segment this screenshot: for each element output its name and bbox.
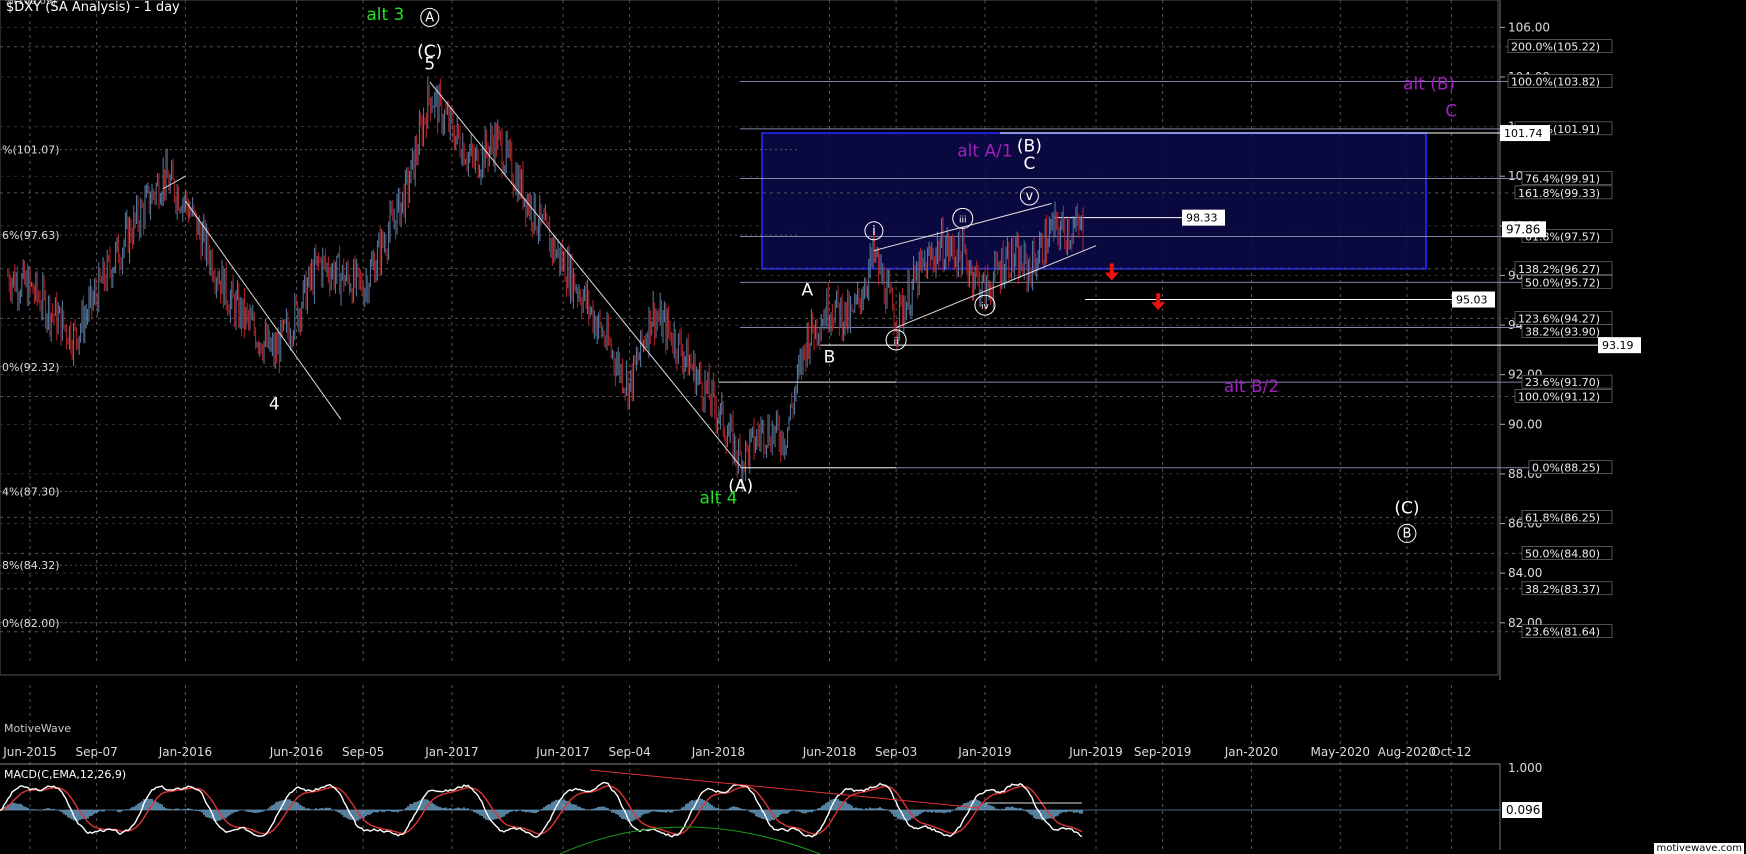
right-fib-label: 23.6%(91.70)	[1525, 376, 1600, 389]
right-fib-label: 138.2%(96.27)	[1518, 263, 1600, 276]
y-tick-label: 106.00	[1508, 20, 1550, 34]
wave-label: A	[801, 280, 813, 300]
wave-label: alt (B)	[1403, 74, 1455, 94]
price-tag-text: 98.33	[1186, 212, 1218, 225]
wave-label: C	[1445, 102, 1457, 122]
watermark: MotiveWave	[4, 722, 72, 735]
wave-label: 4	[269, 394, 280, 414]
right-fib-label: 50.0%(84.80)	[1525, 547, 1600, 560]
price-tag-text: 101.74	[1504, 127, 1543, 140]
price-tag-text: 93.19	[1602, 339, 1634, 352]
wave-label: iv	[981, 302, 990, 312]
right-fib-label: 23.6%(81.64)	[1525, 626, 1600, 639]
macd-title: MACD(C,EMA,12,26,9)	[4, 768, 127, 781]
wave-label: (C)	[1394, 499, 1419, 519]
y-tick-label: 90.00	[1508, 417, 1542, 431]
left-fib-label: 0%(82.00)	[2, 617, 60, 630]
left-fib-label: %(101.07)	[2, 144, 60, 157]
wave-label: B	[1402, 526, 1411, 541]
macd-pane[interactable]: 1.000 0.096	[0, 685, 1542, 854]
right-fib-label: 161.8%(99.33)	[1518, 187, 1600, 200]
last-price-label: 97.86	[1506, 222, 1540, 236]
price-tag-text: 95.03	[1456, 294, 1488, 307]
macd-divergence-line	[589, 769, 981, 809]
wave-label: iii	[959, 215, 967, 225]
chart-stage: Jun-2015 Sep-07 Jan-2016 Jun-2016 Sep-05 Jan-…	[0, 0, 1641, 854]
site-watermark: motivewave.com	[1654, 843, 1744, 854]
wave-label: B	[824, 347, 836, 367]
right-fib-label: 50.0%(95.72)	[1525, 276, 1600, 289]
right-fib-label: 100.0%(91.12)	[1518, 391, 1600, 404]
left-fib-label: 0%(92.32)	[2, 361, 60, 374]
price-frame	[0, 0, 1499, 676]
wave-label: alt 4	[699, 489, 737, 509]
wave-label: alt A/1	[957, 141, 1012, 161]
y-tick-label: 84.00	[1508, 566, 1542, 580]
macd-arc	[559, 826, 821, 854]
right-fib-label: 100.0%(103.82)	[1511, 75, 1600, 88]
right-fib-label: 38.2%(93.90)	[1525, 325, 1600, 338]
wave-label: alt 3	[366, 5, 404, 25]
target-box	[761, 132, 1427, 270]
right-fib-label: 123.6%(94.27)	[1518, 312, 1600, 325]
wave-label: 5	[424, 55, 435, 75]
left-fib-label: 8%(84.32)	[2, 559, 60, 572]
wave-label: alt B/2	[1224, 377, 1279, 397]
chart-title: $DXY (SA Analysis) - 1 day	[6, 0, 180, 15]
wave-label: i	[872, 224, 876, 239]
macd-value-label: 0.096	[1506, 803, 1540, 817]
down-arrow-icon	[1156, 293, 1161, 304]
wave-label: A	[425, 10, 434, 25]
right-fib-label: 61.8%(86.25)	[1525, 511, 1600, 524]
wave-label: ii	[894, 337, 899, 347]
right-fib-label: 76.4%(99.91)	[1525, 172, 1600, 185]
wave-label: C	[1023, 154, 1035, 174]
macd-tick-label: 1.000	[1508, 761, 1542, 775]
right-fib-label: 38.2%(83.37)	[1525, 583, 1600, 596]
price-pane[interactable]: Jun-2015 Sep-07 Jan-2016 Jun-2016 Sep-05 Jan-…	[0, 0, 1641, 759]
right-fib-label: 200.0%(105.22)	[1511, 41, 1600, 54]
down-arrow-icon	[1109, 263, 1114, 274]
left-fib-label: 6%(97.63)	[2, 229, 60, 242]
wave-label: v	[1026, 189, 1034, 204]
right-fib-label: 0.0%(88.25)	[1532, 462, 1600, 475]
left-fib-label: 4%(87.30)	[2, 485, 60, 498]
